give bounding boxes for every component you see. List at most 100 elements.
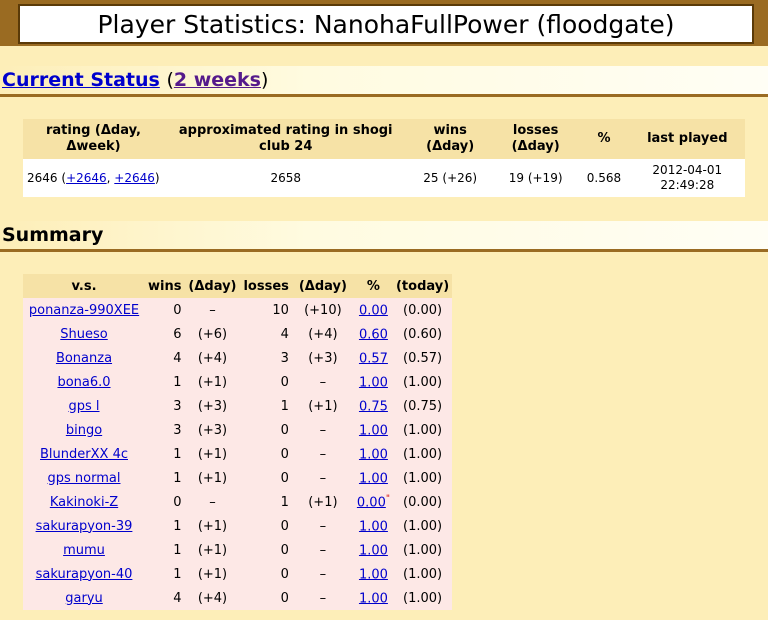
summary-row: mumu 1 (+1) 0–1.00 (1.00) <box>23 538 453 562</box>
pct-link[interactable]: 0.60 <box>359 327 388 342</box>
sum-col-vs: v.s. <box>23 274 145 298</box>
opponent-link[interactable]: gps l <box>68 399 99 414</box>
wins-delta-cell: (+1) <box>184 514 241 538</box>
pct-link[interactable]: 1.00 <box>359 423 388 438</box>
today-cell: (1.00) <box>392 466 453 490</box>
opponent-link[interactable]: garyu <box>65 591 103 606</box>
losses-delta-cell: (+1) <box>291 394 354 418</box>
col-rating: rating (Δday, Δweek) <box>23 119 164 159</box>
wins-delta-cell: (+1) <box>184 370 241 394</box>
wins-cell: 0 <box>145 490 185 514</box>
opponent-link[interactable]: bona6.0 <box>57 375 110 390</box>
opponent-cell: sakurapyon-39 <box>23 514 145 538</box>
losses-cell: 0 <box>240 538 292 562</box>
today-cell: (1.00) <box>392 586 453 610</box>
wins-cell: 6 <box>145 322 185 346</box>
opponent-link[interactable]: Bonanza <box>56 351 112 366</box>
losses-cell: 0 <box>240 370 292 394</box>
pct-link[interactable]: 1.00 <box>359 447 388 462</box>
losses-cell: 0 <box>240 442 292 466</box>
weeks-open-paren: ( <box>166 69 174 91</box>
summary-row: bingo 3 (+3) 0–1.00 (1.00) <box>23 418 453 442</box>
rating-cell: 2646 (+2646, +2646) <box>23 159 164 197</box>
pct-cell: 1.00 <box>353 370 393 394</box>
losses-delta-cell: – <box>291 418 354 442</box>
summary-row: Bonanza 4 (+4) 3 (+3) 0.57 (0.57) <box>23 346 453 370</box>
today-cell: (1.00) <box>392 442 453 466</box>
today-cell: (0.00) <box>392 490 453 514</box>
pct-link[interactable]: 0.75 <box>359 399 388 414</box>
opponent-link[interactable]: gps normal <box>48 471 121 486</box>
status-table-wrap: rating (Δday, Δweek) approximated rating… <box>23 119 745 199</box>
sum-col-wins: wins <box>145 274 185 298</box>
current-status-header: Current Status (2 weeks) <box>0 66 768 97</box>
wins-cell: 3 <box>145 418 185 442</box>
pct-link[interactable]: 1.00 <box>359 471 388 486</box>
summary-row: Shueso 6 (+6) 4 (+4) 0.60 (0.60) <box>23 322 453 346</box>
losses-cell: 0 <box>240 562 292 586</box>
summary-row: Kakinoki-Z 0–1 (+1) 0.00" (0.00) <box>23 490 453 514</box>
title-bar: Player Statistics: NanohaFullPower (floo… <box>0 0 768 46</box>
opponent-link[interactable]: BlunderXX 4c <box>40 447 128 462</box>
losses-delta-cell: – <box>291 586 354 610</box>
pct-link[interactable]: 1.00 <box>359 519 388 534</box>
pct-cell: 1.00 <box>353 418 393 442</box>
opponent-link[interactable]: bingo <box>66 423 102 438</box>
losses-cell: 0 <box>240 586 292 610</box>
pct-flag: " <box>385 493 390 504</box>
losses-delta-cell: (+3) <box>291 346 354 370</box>
opponent-link[interactable]: sakurapyon-39 <box>36 519 133 534</box>
wins-delta-cell: (+1) <box>184 538 241 562</box>
today-cell: (0.60) <box>392 322 453 346</box>
wins-cell: 1 <box>145 514 185 538</box>
wins-cell: 1 <box>145 562 185 586</box>
approx-rating-value: 2658 <box>163 159 408 197</box>
pct-link[interactable]: 1.00 <box>359 375 388 390</box>
pct-link[interactable]: 1.00 <box>359 567 388 582</box>
status-row: 2646 (+2646, +2646) 2658 25 (+26) 19 (+1… <box>23 159 745 197</box>
wins-delta-cell: – <box>184 490 241 514</box>
summary-row: ponanza-990XEE 0–10 (+10) 0.00 (0.00) <box>23 298 453 322</box>
opponent-link[interactable]: mumu <box>63 543 105 558</box>
pct-link[interactable]: 1.00 <box>359 591 388 606</box>
sum-col-losses-delta: (Δday) <box>291 274 354 298</box>
pct-link[interactable]: 0.00 <box>359 303 388 318</box>
current-status-link[interactable]: Current Status <box>2 69 160 91</box>
pct-cell: 1.00 <box>353 442 393 466</box>
pct-cell: 1.00 <box>353 562 393 586</box>
opponent-link[interactable]: ponanza-990XEE <box>29 303 139 318</box>
pct-cell: 1.00 <box>353 466 393 490</box>
col-losses: losses (Δday) <box>492 119 579 159</box>
pct-value: 0.568 <box>578 159 630 197</box>
summary-row: sakurapyon-39 1 (+1) 0–1.00 (1.00) <box>23 514 453 538</box>
opponent-cell: bingo <box>23 418 145 442</box>
summary-row: BlunderXX 4c 1 (+1) 0–1.00 (1.00) <box>23 442 453 466</box>
today-cell: (1.00) <box>392 538 453 562</box>
opponent-cell: gps normal <box>23 466 145 490</box>
pct-link[interactable]: 0.00 <box>357 495 386 510</box>
losses-delta-cell: – <box>291 370 354 394</box>
today-cell: (0.00) <box>392 298 453 322</box>
current-status-heading: Current Status (2 weeks) <box>2 69 268 91</box>
sum-col-pct: % <box>353 274 393 298</box>
today-cell: (1.00) <box>392 418 453 442</box>
opponent-link[interactable]: Kakinoki-Z <box>50 495 118 510</box>
wins-value: 25 (+26) <box>407 159 493 197</box>
summary-row: gps normal 1 (+1) 0–1.00 (1.00) <box>23 466 453 490</box>
opponent-cell: BlunderXX 4c <box>23 442 145 466</box>
losses-cell: 0 <box>240 466 292 490</box>
pct-link[interactable]: 1.00 <box>359 543 388 558</box>
pct-cell: 1.00 <box>353 514 393 538</box>
delta-week-link[interactable]: +2646 <box>114 171 155 185</box>
summary-table-wrap: v.s. wins (Δday) losses (Δday) % (today)… <box>23 274 453 610</box>
pct-link[interactable]: 0.57 <box>359 351 388 366</box>
opponent-link[interactable]: Shueso <box>60 327 107 342</box>
two-weeks-link[interactable]: 2 weeks <box>174 69 261 91</box>
losses-cell: 4 <box>240 322 292 346</box>
opponent-link[interactable]: sakurapyon-40 <box>36 567 133 582</box>
delta-day-link[interactable]: +2646 <box>66 171 107 185</box>
col-last-played: last played <box>629 119 745 159</box>
opponent-cell: sakurapyon-40 <box>23 562 145 586</box>
today-cell: (1.00) <box>392 514 453 538</box>
opponent-cell: bona6.0 <box>23 370 145 394</box>
